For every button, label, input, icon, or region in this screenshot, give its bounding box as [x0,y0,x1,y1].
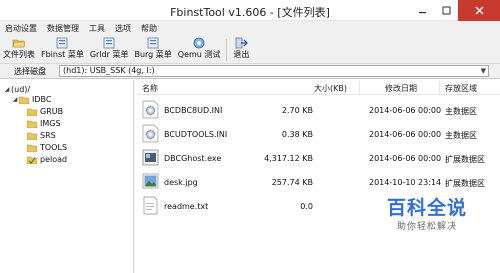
grldr-menu-icon [102,37,116,49]
toolbar-separator [226,39,228,61]
tree-item-label: TOOLS [40,143,68,152]
tree-node-grub[interactable]: GRUB [27,106,63,117]
file-list-header: 名称 大小(KB) 修改日期 存放区域 [137,80,500,95]
window-controls [410,0,500,21]
fbinst-menu-label: Fbinst 菜单 [41,50,84,59]
file-row[interactable]: BCDBC8UD.INI 2.70 KB 2014-06-06 00:00 主数… [137,98,500,122]
file-list-button[interactable]: 文件列表 [0,36,38,64]
file-name: readme.txt [164,202,209,211]
file-size: 0.0 [300,202,313,211]
file-area: 扩展数据区 [445,179,485,188]
qemu-test-icon [192,37,206,49]
close-button[interactable] [458,0,500,21]
tree-item-label: IMGS [40,119,61,128]
folder-icon [19,96,29,104]
tree-node-peload[interactable]: peload [27,154,67,165]
tree-item-label: GRUB [40,107,64,116]
tree-node-idbc[interactable]: ◢ IDBC [11,94,52,105]
file-name: DBCGhost.exe [164,154,222,163]
watermark-title: 百科全说 [386,197,467,219]
watermark: 百科全说 助你轻松解决 [367,197,487,232]
file-date: 2014-06-06 00:00 [369,106,442,115]
file-list: 名称 大小(KB) 修改日期 存放区域 BCDBC8UD.INI 2.70 KB… [137,80,500,273]
column-header-name[interactable]: 名称 [142,83,158,94]
grldr-menu-button[interactable]: Grldr 菜单 [87,36,132,64]
file-row[interactable]: BCUDTOOLS.INI 0.38 KB 2014-06-06 00:00 主… [137,122,500,146]
maximize-icon [442,6,450,15]
fbinst-menu-icon [55,37,69,49]
folder-icon [27,144,37,152]
file-area: 扩展数据区 [445,155,485,164]
burg-menu-button[interactable]: Burg 菜单 [131,36,174,64]
menu-tools[interactable]: 工具 [84,21,110,36]
folder-tree: ◢ (ud)/ ◢ IDBC GRUB IMGS SRS TOOLS peloa… [0,80,134,273]
file-name: desk.jpg [164,178,198,187]
column-header-date[interactable]: 修改日期 [385,83,417,94]
file-date: 2014-10-10 23:14 [369,178,442,187]
fbinst-menu-button[interactable]: Fbinst 菜单 [38,36,87,64]
qemu-test-button[interactable]: Qemu 测试 [175,36,224,64]
file-area: 主数据区 [445,107,477,116]
ini-settings-icon [142,100,159,119]
file-date: 2014-06-06 00:00 [369,154,442,163]
disk-select[interactable]: (hd1): USB_SSK (4g, I:) ▼ [59,65,489,77]
tree-root-label: (ud)/ [11,85,31,94]
exit-label: 退出 [233,50,250,59]
minimize-button[interactable] [410,0,434,21]
column-header-size[interactable]: 大小(KB) [314,83,347,94]
text-file-icon [143,196,158,215]
grldr-menu-label: Grldr 菜单 [89,50,129,59]
burg-menu-label: Burg 菜单 [134,50,172,59]
disk-selector-bar: 选择磁盘 (hd1): USB_SSK (4g, I:) ▼ [0,64,500,79]
folder-open-icon [12,37,26,49]
file-size: 0.38 KB [281,130,313,139]
menu-bar: 启动设置 数据管理 工具 选项 帮助 [0,21,500,36]
tree-node-srs[interactable]: SRS [27,130,56,141]
title-bar: FbinstTool v1.606 - [文件列表] [0,0,500,21]
toolbar: 文件列表 Fbinst 菜单 Grldr 菜单 Burg 菜单 Qemu 测试 … [0,36,500,64]
collapse-arrow-icon[interactable]: ◢ [11,96,19,103]
collapse-arrow-icon[interactable]: ◢ [3,86,11,93]
file-size: 2.70 KB [281,106,313,115]
menu-options[interactable]: 选项 [110,21,136,36]
burg-menu-icon [146,37,160,49]
qemu-test-label: Qemu 测试 [177,50,221,59]
column-divider[interactable] [359,81,360,94]
checked-folder-icon [27,156,37,164]
folder-icon [27,108,37,116]
tree-item-label: SRS [40,131,56,140]
exit-icon [234,37,249,49]
minimize-icon [418,12,426,14]
close-icon [475,6,483,15]
column-divider[interactable] [439,81,440,94]
menu-help[interactable]: 帮助 [136,21,162,36]
file-row[interactable]: DBCGhost.exe 4,317.12 KB 2014-06-06 00:0… [137,146,500,170]
file-row[interactable]: desk.jpg 257.74 KB 2014-10-10 23:14 扩展数据… [137,170,500,194]
file-date: 2014-06-06 00:00 [369,130,442,139]
tree-node-imgs[interactable]: IMGS [27,118,61,129]
file-name: BCUDTOOLS.INI [164,130,228,139]
exit-button[interactable]: 退出 [230,36,252,64]
maximize-button[interactable] [434,0,458,21]
exe-file-icon [142,149,159,166]
tree-item-label: IDBC [32,95,52,104]
file-name: BCDBC8UD.INI [164,106,223,115]
chevron-down-icon: ▼ [480,67,486,75]
disk-label: 选择磁盘 [14,67,46,76]
tree-item-label: peload [40,155,68,164]
folder-icon [27,132,37,140]
watermark-subtitle: 助你轻松解决 [396,222,457,232]
folder-icon [27,120,37,128]
disk-select-value: (hd1): USB_SSK (4g, I:) [63,66,155,75]
menu-data-management[interactable]: 数据管理 [42,21,84,36]
file-list-label: 文件列表 [3,50,35,59]
file-size: 257.74 KB [271,178,313,187]
menu-boot-settings[interactable]: 启动设置 [0,21,42,36]
column-header-area[interactable]: 存放区域 [445,83,477,94]
tree-node-tools[interactable]: TOOLS [27,142,67,153]
file-area: 主数据区 [445,131,477,140]
file-size: 4,317.12 KB [264,154,313,163]
ini-settings-icon [142,124,159,143]
image-file-icon [142,173,159,189]
